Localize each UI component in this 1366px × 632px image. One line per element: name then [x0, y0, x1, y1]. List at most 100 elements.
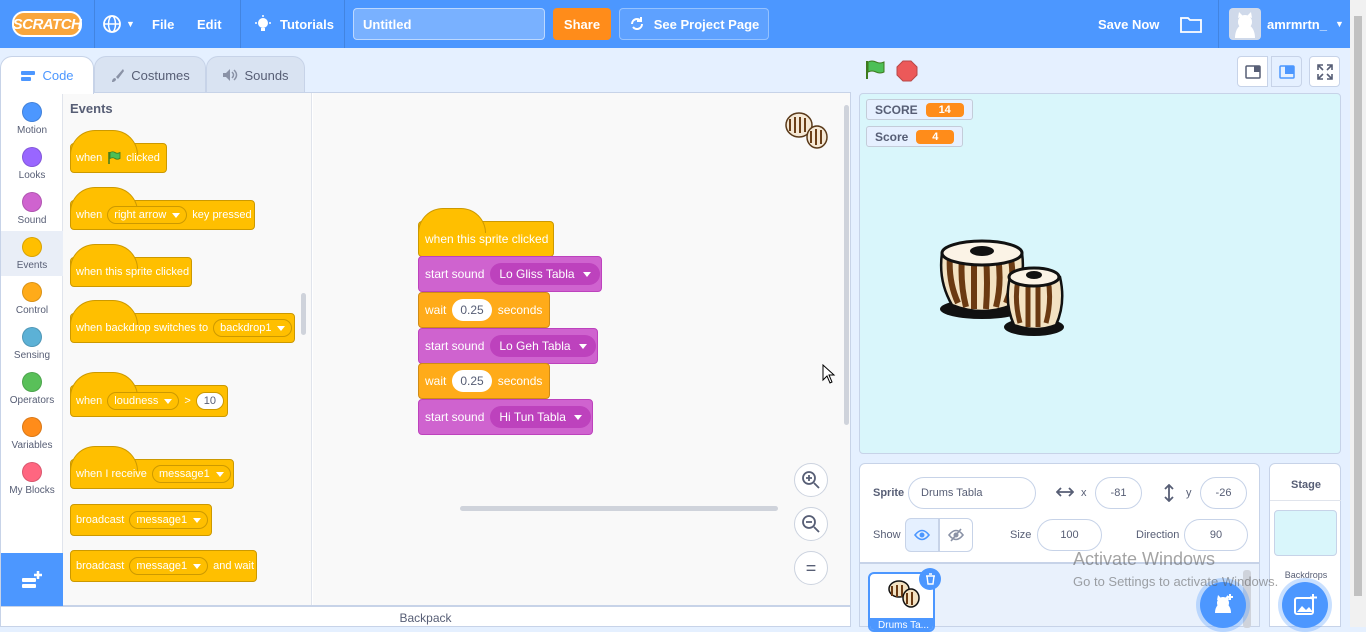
tab-code[interactable]: Code [0, 56, 94, 94]
block-when-backdrop-switches[interactable]: when backdrop switches to backdrop1 [70, 300, 295, 343]
backdrop-dropdown[interactable]: backdrop1 [213, 319, 293, 337]
variable-monitor-score[interactable]: Score 4 [866, 126, 964, 147]
chevron-down-icon: ▼ [1334, 19, 1344, 29]
scratch-logo[interactable]: SCRATCH [12, 11, 82, 37]
category-events[interactable]: Events [1, 231, 63, 276]
monitor-label: Score [875, 129, 909, 144]
script-hat-when-sprite-clicked[interactable]: when this sprite clicked [418, 208, 554, 257]
block-text: when [76, 209, 103, 221]
block-broadcast[interactable]: broadcast message1 [70, 504, 212, 536]
category-operators[interactable]: Operators [1, 366, 63, 411]
stop-icon[interactable] [896, 60, 918, 82]
sensor-dropdown[interactable]: loudness [107, 392, 180, 410]
tabla-drums-sprite[interactable] [936, 231, 1068, 343]
sprite-x-input[interactable] [1095, 477, 1142, 509]
save-now-button[interactable]: Save Now [1098, 0, 1159, 48]
category-sensing[interactable]: Sensing [1, 321, 63, 366]
sprite-size-input[interactable] [1037, 519, 1102, 551]
eye-icon [914, 529, 930, 541]
editor-tabs: Code Costumes Sounds [0, 56, 312, 94]
wait-seconds-input[interactable]: 0.25 [452, 299, 492, 321]
stage-canvas[interactable]: SCORE 14 Score 4 [859, 93, 1341, 454]
sound-dropdown[interactable]: Lo Geh Tabla [490, 335, 596, 357]
category-motion[interactable]: Motion [1, 96, 63, 141]
sprite-direction-input[interactable] [1184, 519, 1248, 551]
block-broadcast-and-wait[interactable]: broadcast message1 and wait [70, 550, 257, 582]
page-scrollbar[interactable] [1350, 0, 1366, 627]
backdrop-thumbnail[interactable] [1274, 510, 1337, 556]
large-stage-button[interactable] [1271, 56, 1302, 87]
message-dropdown[interactable]: message1 [129, 557, 209, 575]
palette-scrollbar[interactable] [301, 293, 306, 335]
category-label: Events [16, 260, 48, 271]
user-avatar[interactable] [1229, 8, 1261, 40]
sprite-name-input[interactable] [908, 477, 1036, 509]
sound-dropdown[interactable]: Lo Gliss Tabla [490, 263, 600, 285]
tab-costumes[interactable]: Costumes [94, 56, 206, 93]
share-button[interactable]: Share [553, 8, 611, 40]
workspace-vertical-scrollbar[interactable] [844, 105, 849, 425]
hide-sprite-button[interactable] [939, 518, 973, 552]
block-when-loudness[interactable]: when loudness > 10 [70, 372, 228, 417]
show-sprite-button[interactable] [905, 518, 939, 552]
script-start-sound-1[interactable]: start sound Lo Gliss Tabla [418, 256, 602, 292]
backpack-bar[interactable]: Backpack [0, 606, 851, 627]
category-looks[interactable]: Looks [1, 141, 63, 186]
add-backdrop-icon [1294, 594, 1317, 615]
workspace-horizontal-scrollbar[interactable] [460, 506, 778, 511]
tab-sounds[interactable]: Sounds [206, 56, 305, 93]
monitor-value: 14 [925, 102, 964, 117]
script-wait-2[interactable]: wait 0.25 seconds [418, 363, 550, 399]
file-menu[interactable]: File [152, 0, 174, 48]
block-when-sprite-clicked[interactable]: when this sprite clicked [70, 244, 192, 287]
wait-seconds-input[interactable]: 0.25 [452, 370, 492, 392]
script-start-sound-3[interactable]: start sound Hi Tun Tabla [418, 399, 593, 435]
delete-sprite-button[interactable] [919, 568, 941, 590]
category-sound[interactable]: Sound [1, 186, 63, 231]
dropdown-value: backdrop1 [220, 322, 272, 334]
zoom-in-icon [802, 471, 820, 489]
sprite-y-input[interactable] [1200, 477, 1247, 509]
variable-monitor-score-upper[interactable]: SCORE 14 [866, 99, 973, 120]
key-dropdown[interactable]: right arrow [107, 206, 188, 224]
menu-divider [1218, 0, 1219, 48]
message-dropdown[interactable]: message1 [129, 511, 209, 529]
my-stuff-button[interactable] [1180, 0, 1202, 48]
category-label: Sensing [13, 350, 51, 361]
category-my-blocks[interactable]: My Blocks [1, 456, 63, 501]
dropdown-arrow-icon [582, 271, 591, 277]
script-wait-1[interactable]: wait 0.25 seconds [418, 292, 550, 328]
project-title-input[interactable] [353, 8, 545, 40]
zoom-reset-button[interactable]: = [794, 551, 828, 585]
add-extension-button[interactable] [1, 553, 63, 607]
category-variables[interactable]: Variables [1, 411, 63, 456]
language-menu[interactable]: ▼ [102, 0, 135, 48]
menu-divider [240, 0, 241, 48]
stage-header [859, 56, 1342, 86]
category-control[interactable]: Control [1, 276, 63, 321]
category-label: Control [15, 305, 49, 316]
menu-divider [94, 0, 95, 48]
fullscreen-button[interactable] [1309, 56, 1340, 87]
monitor-label: SCORE [875, 102, 918, 117]
block-when-key-pressed[interactable]: when right arrow key pressed [70, 187, 255, 230]
script-workspace[interactable]: when this sprite clicked start sound Lo … [313, 93, 850, 605]
block-when-flag-clicked[interactable]: when clicked [70, 130, 167, 173]
tutorials-menu[interactable]: Tutorials [254, 0, 334, 48]
green-flag-icon[interactable] [864, 59, 886, 81]
zoom-in-button[interactable] [794, 463, 828, 497]
account-menu[interactable]: amrmrtn_ ▼ [1267, 0, 1344, 48]
edit-menu[interactable]: Edit [197, 0, 222, 48]
message-dropdown[interactable]: message1 [151, 465, 231, 483]
choose-backdrop-button[interactable] [1282, 582, 1328, 628]
small-stage-button[interactable] [1237, 56, 1268, 87]
tab-code-label: Code [42, 68, 74, 83]
page-scrollbar-thumb[interactable] [1354, 16, 1362, 596]
dropdown-value: right arrow [114, 209, 167, 221]
block-when-i-receive[interactable]: when I receive message1 [70, 446, 234, 489]
zoom-out-button[interactable] [794, 507, 828, 541]
see-project-page-button[interactable]: See Project Page [619, 8, 769, 40]
loudness-input[interactable]: 10 [195, 392, 225, 410]
sound-dropdown[interactable]: Hi Tun Tabla [490, 406, 591, 428]
script-start-sound-2[interactable]: start sound Lo Geh Tabla [418, 328, 598, 364]
